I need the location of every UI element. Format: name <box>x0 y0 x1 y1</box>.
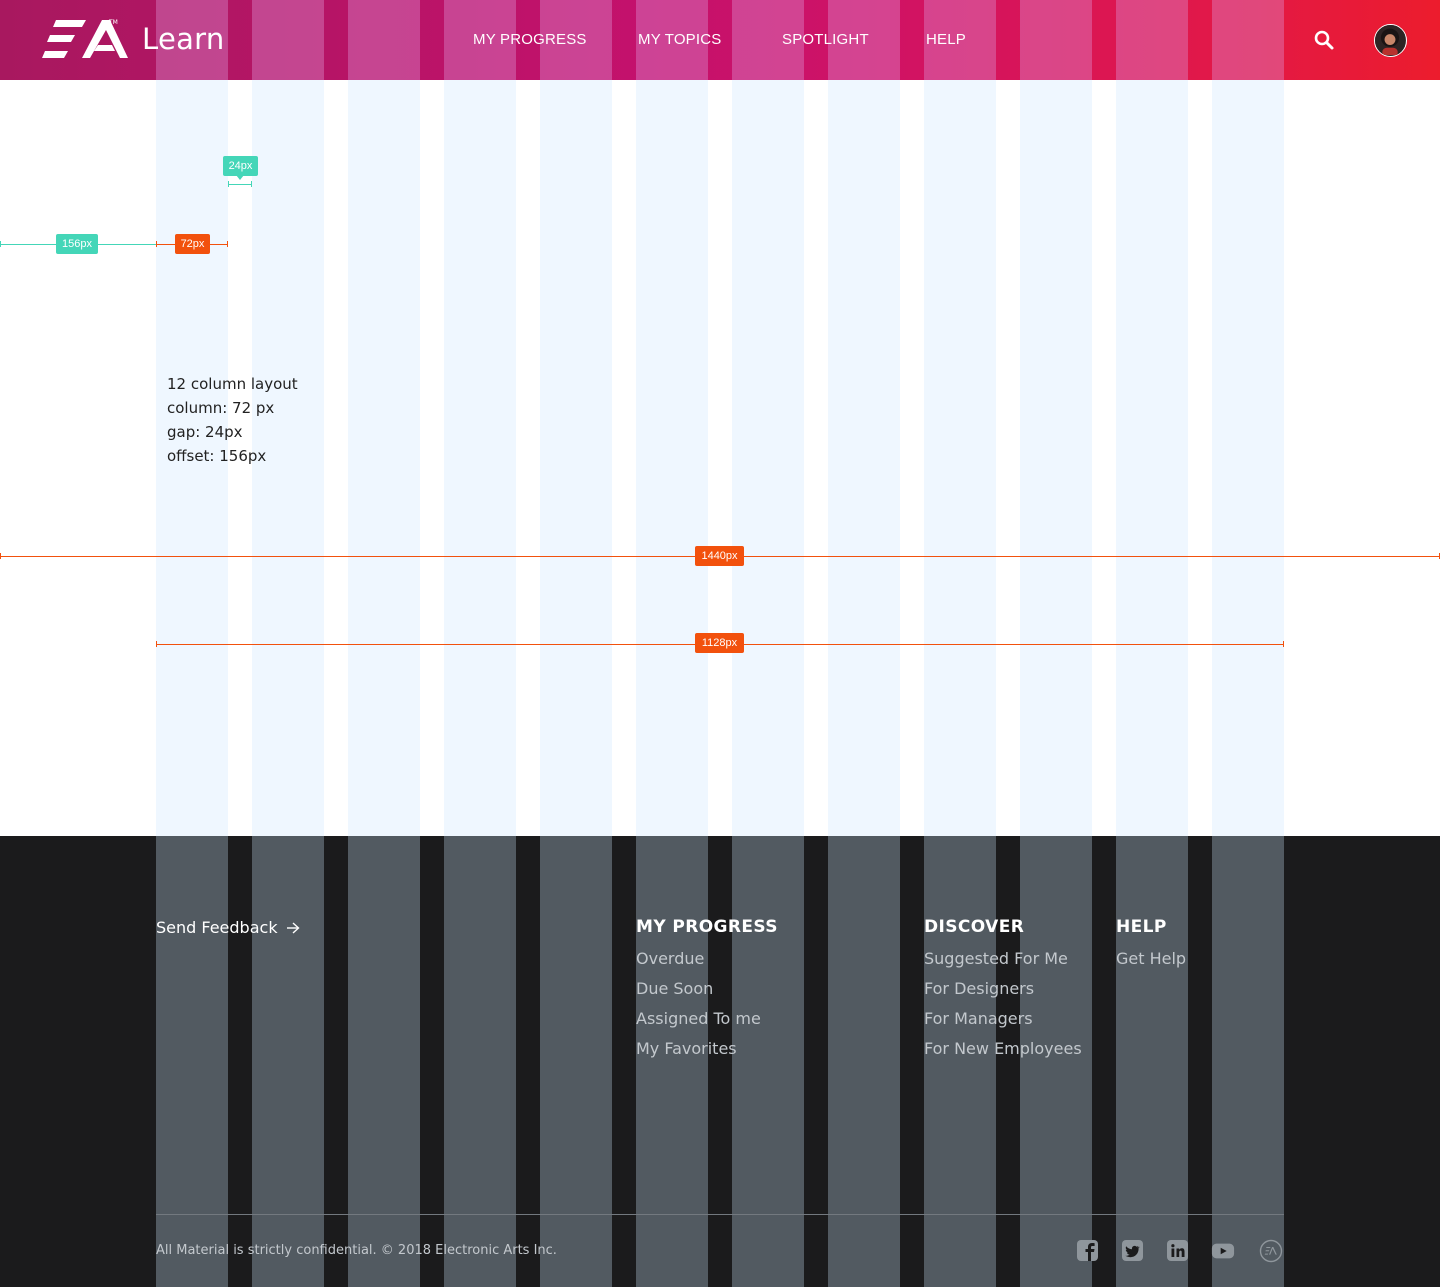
page-width-tag: 1440px <box>695 546 744 566</box>
twitter-icon[interactable] <box>1121 1239 1145 1263</box>
footer-link-designers[interactable]: For Designers <box>924 979 1082 998</box>
footer-link-due-soon[interactable]: Due Soon <box>636 979 778 998</box>
nav-my-topics[interactable]: MY TOPICS <box>638 31 722 48</box>
footer-link-get-help[interactable]: Get Help <box>1116 949 1186 968</box>
user-avatar[interactable] <box>1374 24 1407 57</box>
spec-line: column: 72 px <box>167 399 275 417</box>
arrow-right-icon <box>286 921 300 934</box>
send-feedback-label: Send Feedback <box>156 918 278 937</box>
facebook-icon[interactable] <box>1076 1239 1100 1263</box>
footer-column-help: HELP Get Help <box>1116 917 1186 979</box>
send-feedback-link[interactable]: Send Feedback <box>156 918 300 937</box>
gap-measure-line <box>228 184 252 185</box>
offset-tick <box>0 241 1 247</box>
footer-column-my-progress: MY PROGRESS Overdue Due Soon Assigned To… <box>636 917 778 1069</box>
footer-link-new-employees[interactable]: For New Employees <box>924 1039 1082 1058</box>
footer-heading: DISCOVER <box>924 917 1025 937</box>
linkedin-icon[interactable] <box>1166 1239 1190 1263</box>
tag-pointer <box>236 175 244 180</box>
gap-measure-tag: 24px <box>223 156 258 176</box>
footer-heading: HELP <box>1116 917 1167 937</box>
gap-tick <box>228 181 229 187</box>
brand-name: Learn <box>142 22 225 56</box>
content-width-tick <box>156 641 157 647</box>
spec-line: gap: 24px <box>167 423 243 441</box>
nav-my-progress[interactable]: MY PROGRESS <box>473 31 587 48</box>
nav-help[interactable]: HELP <box>926 31 966 48</box>
footer-link-overdue[interactable]: Overdue <box>636 949 778 968</box>
copyright-text: All Material is strictly confidential. ©… <box>156 1243 557 1258</box>
ea-icon[interactable] <box>1259 1239 1283 1263</box>
svg-text:TM: TM <box>108 19 118 26</box>
gap-tick <box>251 181 252 187</box>
content-width-tag: 1128px <box>695 633 744 653</box>
footer-link-assigned-to-me[interactable]: Assigned To me <box>636 1009 778 1028</box>
footer-heading: MY PROGRESS <box>636 917 778 937</box>
layout-spec: 12 column layout column: 72 px gap: 24px… <box>167 372 298 468</box>
column-tick <box>227 241 228 247</box>
footer-link-managers[interactable]: For Managers <box>924 1009 1082 1028</box>
nav-spotlight[interactable]: SPOTLIGHT <box>782 31 869 48</box>
footer-link-suggested[interactable]: Suggested For Me <box>924 949 1082 968</box>
column-tick <box>156 241 157 247</box>
search-icon[interactable] <box>1313 29 1335 51</box>
footer-divider <box>156 1214 1284 1215</box>
avatar-image <box>1375 25 1405 56</box>
spec-line: 12 column layout <box>167 375 298 393</box>
content-width-tick <box>1283 641 1284 647</box>
page-width-tick <box>0 553 1 559</box>
ea-logo[interactable]: TM <box>42 18 128 62</box>
column-measure-tag: 72px <box>175 234 210 254</box>
footer-link-my-favorites[interactable]: My Favorites <box>636 1039 778 1058</box>
youtube-icon[interactable] <box>1211 1239 1235 1263</box>
spec-line: offset: 156px <box>167 447 267 465</box>
offset-measure-tag: 156px <box>56 234 98 254</box>
footer-column-discover: DISCOVER Suggested For Me For Designers … <box>924 917 1082 1069</box>
